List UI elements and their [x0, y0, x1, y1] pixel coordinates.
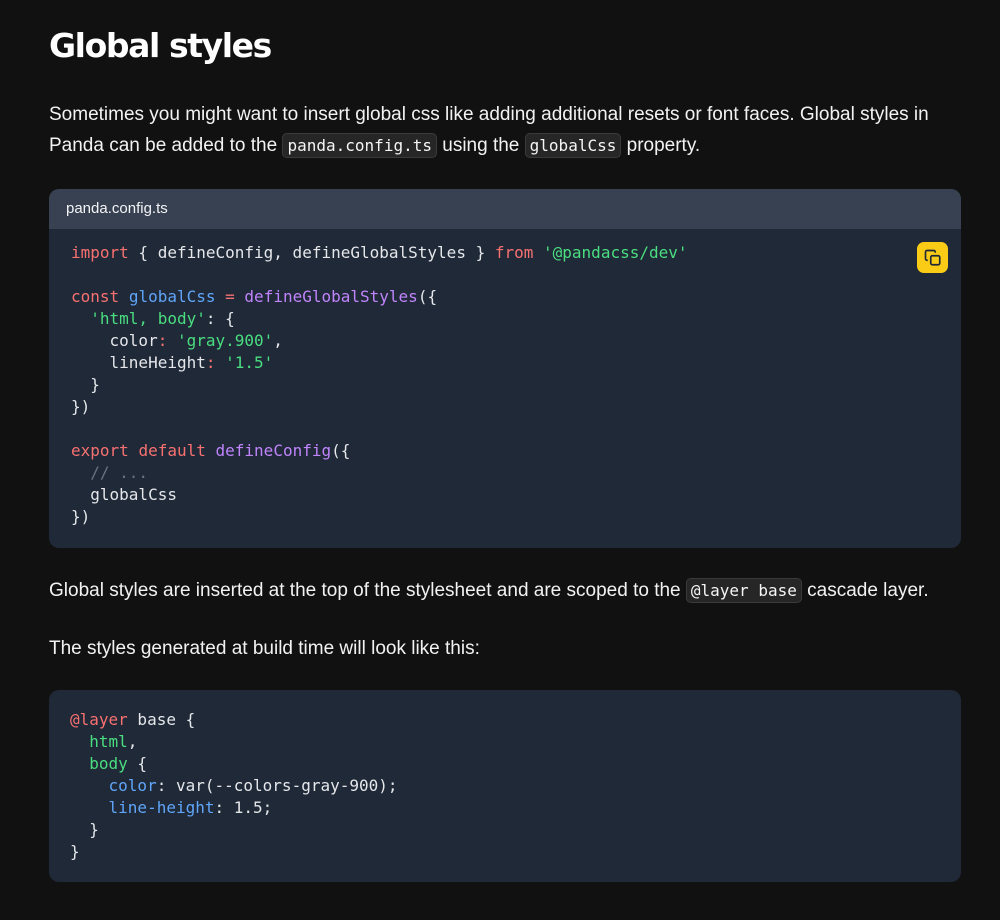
code-token: {: [127, 754, 148, 773]
code-token: ({: [331, 441, 351, 460]
code-token: :: [157, 331, 177, 350]
code-token: ,: [127, 732, 138, 751]
layer-text-2: cascade layer.: [801, 580, 929, 601]
code-token: line-height: [70, 798, 215, 817]
code-token: const: [71, 287, 120, 306]
code-token: base {: [127, 710, 196, 729]
code-token: ({: [417, 287, 438, 306]
intro-text-3: property.: [621, 135, 701, 156]
inline-code-config-file: panda.config.ts: [282, 133, 437, 158]
inline-code-globalcss: globalCss: [524, 133, 622, 158]
code-token: @layer: [70, 710, 128, 729]
code-token: body: [70, 754, 128, 773]
code-token: :: [214, 798, 234, 817]
build-output-paragraph: The styles generated at build time will …: [49, 638, 480, 659]
code-token: { defineConfig, defineGlobalStyles }: [128, 243, 495, 262]
output-code: @layer base { html, body { color: var(--…: [49, 690, 961, 863]
code-token: ,: [273, 331, 283, 350]
intro-text-2: using the: [436, 135, 525, 156]
code-token: defineGlobalStyles: [244, 287, 418, 306]
intro-paragraph: Sometimes you might want to insert globa…: [49, 99, 953, 161]
code-token: }: [70, 820, 99, 839]
code-token: color: [70, 776, 157, 795]
code-token: =: [215, 287, 245, 306]
code-token: globalCss: [128, 287, 216, 306]
code-token: }: [70, 842, 80, 861]
code-token: defineConfig: [215, 441, 332, 460]
code-token: '@pandacss/dev': [543, 243, 688, 262]
code-token: globalCss: [71, 485, 177, 504]
code-token: export: [71, 441, 129, 460]
code-token: var(--colors-gray-900);: [175, 776, 398, 795]
docs-page: Global styles Sometimes you might want t…: [0, 0, 1000, 920]
output-code-block: @layer base { html, body { color: var(--…: [49, 690, 961, 882]
code-token: : {: [205, 309, 235, 328]
code-comment: // ...: [71, 463, 149, 482]
code-token: 1.5;: [233, 798, 273, 817]
code-token: '1.5': [225, 353, 274, 372]
config-code-block: panda.config.ts import { defineConfig, d…: [49, 189, 961, 548]
code-token: default: [138, 441, 206, 460]
code-token: :: [156, 776, 176, 795]
code-token: }: [71, 375, 100, 394]
code-token: from: [494, 243, 534, 262]
layer-paragraph: Global styles are inserted at the top of…: [49, 575, 953, 606]
code-block-filename: panda.config.ts: [49, 189, 961, 229]
code-token: import: [71, 243, 129, 262]
inline-code-layer-base: @layer base: [685, 578, 802, 603]
config-code: import { defineConfig, defineGlobalStyle…: [49, 229, 961, 528]
copy-icon: [924, 249, 941, 266]
code-token: :: [205, 353, 226, 372]
code-token: 'html, body': [90, 309, 206, 328]
code-token: }): [71, 507, 91, 526]
page-title: Global styles: [49, 26, 272, 65]
code-token: }): [71, 397, 91, 416]
code-token: color: [71, 331, 158, 350]
code-token: html: [70, 732, 128, 751]
code-token: 'gray.900': [176, 331, 274, 350]
code-token: lineHeight: [71, 353, 206, 372]
copy-button[interactable]: [917, 242, 948, 273]
layer-text-1: Global styles are inserted at the top of…: [49, 580, 686, 601]
